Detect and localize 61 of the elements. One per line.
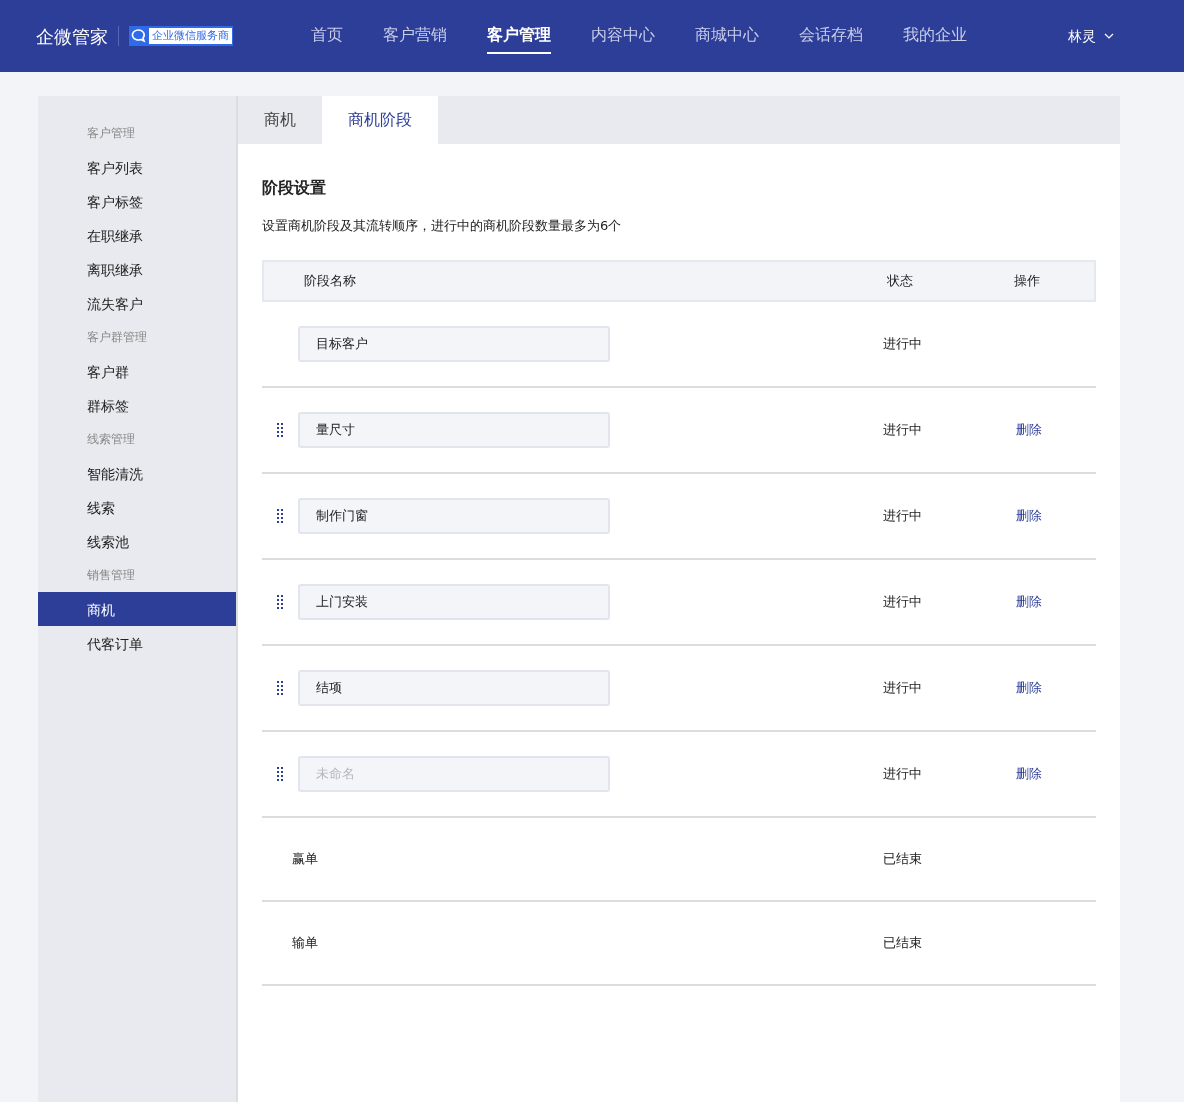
stage-status: 已结束 xyxy=(882,850,922,866)
stage-status: 进行中 xyxy=(882,765,922,781)
stage-name-field[interactable]: 上门安装 xyxy=(298,583,610,620)
stage-name: 赢单 xyxy=(291,849,318,868)
sidebar-group-title: 销售管理 xyxy=(86,567,136,584)
stage-name: 输单 xyxy=(291,933,318,952)
drag-handle-icon[interactable] xyxy=(277,680,283,695)
delete-link[interactable]: 删除 xyxy=(1016,765,1042,781)
column-header: 状态 xyxy=(887,272,913,288)
sidebar-item[interactable]: 离职继承 xyxy=(38,252,236,286)
sidebar-item[interactable]: 代客订单 xyxy=(38,626,236,660)
sidebar-group-title: 线索管理 xyxy=(86,431,136,448)
nav-link[interactable]: 客户管理 xyxy=(487,0,551,72)
sidebar-item[interactable]: 客户标签 xyxy=(38,184,236,218)
sidebar-item[interactable]: 客户群 xyxy=(38,354,236,388)
drag-handle-icon[interactable] xyxy=(277,422,283,437)
stage-status: 进行中 xyxy=(882,507,922,523)
user-menu[interactable]: 林灵 xyxy=(1068,25,1114,47)
stage-status: 进行中 xyxy=(882,335,922,351)
sidebar-item[interactable]: 客户列表 xyxy=(38,150,236,184)
nav-link[interactable]: 商城中心 xyxy=(695,0,759,72)
tab[interactable]: 商机 xyxy=(238,96,322,144)
section-description: 设置商机阶段及其流转顺序，进行中的商机阶段数量最多为6个 xyxy=(262,217,623,235)
drag-handle-icon[interactable] xyxy=(277,594,283,609)
sidebar-group-title: 客户管理 xyxy=(86,125,136,142)
stage-status: 进行中 xyxy=(882,593,922,609)
delete-link[interactable]: 删除 xyxy=(1016,593,1042,609)
stage-status: 已结束 xyxy=(882,934,922,950)
chevron-down-icon xyxy=(1104,33,1114,39)
sidebar-item[interactable]: 群标签 xyxy=(38,388,236,422)
drag-handle-icon[interactable] xyxy=(277,508,283,523)
nav-link[interactable]: 我的企业 xyxy=(903,0,967,72)
badge-text: 企业微信服务商 xyxy=(149,28,232,44)
sidebar-item[interactable]: 商机 xyxy=(38,592,236,626)
tab[interactable]: 商机阶段 xyxy=(322,96,438,144)
column-header: 阶段名称 xyxy=(304,272,356,288)
stage-name-field[interactable]: 制作门窗 xyxy=(298,497,610,534)
stage-name-field[interactable]: 目标客户 xyxy=(298,325,610,362)
nav-link[interactable]: 客户营销 xyxy=(383,0,447,72)
delete-link[interactable]: 删除 xyxy=(1016,679,1042,695)
stage-status: 进行中 xyxy=(882,421,922,437)
section-title: 阶段设置 xyxy=(262,177,327,199)
stage-name-field[interactable]: 未命名 xyxy=(298,755,610,792)
nav-link[interactable]: 内容中心 xyxy=(591,0,655,72)
sidebar-item[interactable]: 线索池 xyxy=(38,524,236,558)
delete-link[interactable]: 删除 xyxy=(1016,507,1042,523)
delete-link[interactable]: 删除 xyxy=(1016,421,1042,437)
chat-bubble-icon xyxy=(130,28,147,44)
sidebar-item[interactable]: 智能清洗 xyxy=(38,456,236,490)
drag-handle-icon[interactable] xyxy=(277,766,283,781)
nav-link[interactable]: 首页 xyxy=(311,0,343,72)
stage-name-field[interactable]: 量尺寸 xyxy=(298,411,610,448)
nav-link[interactable]: 会话存档 xyxy=(799,0,863,72)
sidebar-group-title: 客户群管理 xyxy=(86,329,148,346)
sidebar-item[interactable]: 在职继承 xyxy=(38,218,236,252)
stage-name-field[interactable]: 结项 xyxy=(298,669,610,706)
sidebar-item[interactable]: 流失客户 xyxy=(38,286,236,320)
logo-text: 企微管家 xyxy=(36,24,108,49)
stage-status: 进行中 xyxy=(882,679,922,695)
sidebar-item[interactable]: 线索 xyxy=(38,490,236,524)
column-header: 操作 xyxy=(1014,272,1040,288)
